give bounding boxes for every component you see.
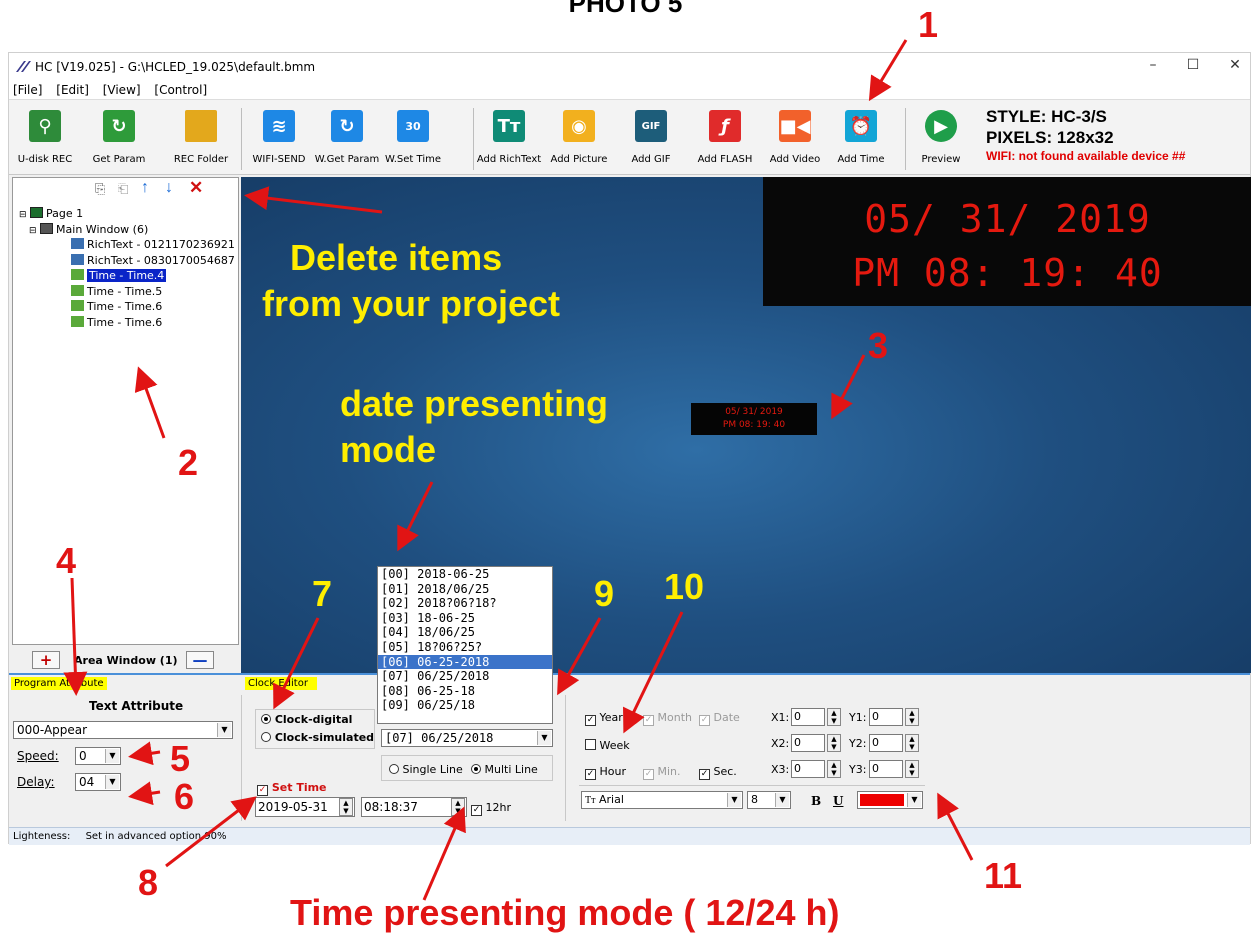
arrow-delete — [244, 186, 383, 214]
annotation-number-1: 1 — [918, 4, 939, 45]
arrow-10 — [623, 611, 684, 734]
annotation-date-mode-line1: date presenting — [340, 383, 609, 424]
annotation-number-5: 5 — [170, 738, 191, 779]
arrow-1 — [868, 39, 908, 102]
annotation-date-mode-line2: mode — [340, 429, 437, 470]
annotation-delete-line2: from your project — [262, 283, 561, 324]
annotation-number-11: 11 — [984, 855, 1023, 896]
arrow-6 — [128, 781, 161, 806]
arrow-7 — [273, 617, 320, 710]
annotation-number-2: 2 — [178, 442, 199, 483]
arrow-3 — [831, 354, 866, 420]
arrow-5 — [128, 741, 161, 766]
annotation-number-10: 10 — [664, 566, 705, 607]
arrow-9 — [557, 617, 602, 696]
annotation-delete-line1: Delete items — [290, 237, 503, 278]
annotation-number-6: 6 — [174, 776, 195, 817]
annotation-number-4: 4 — [56, 540, 77, 581]
annotation-number-3: 3 — [868, 325, 889, 366]
annotation-number-8: 8 — [138, 862, 159, 903]
annotation-number-7: 7 — [312, 573, 333, 614]
arrow-time-mode — [422, 806, 466, 901]
annotation-time-mode: Time presenting mode ( 12/24 h) — [290, 892, 840, 933]
arrow-11 — [937, 792, 974, 861]
annotation-number-9: 9 — [594, 573, 615, 614]
arrow-4 — [63, 577, 88, 696]
arrow-date-mode — [397, 481, 434, 552]
arrow-2 — [134, 366, 166, 439]
